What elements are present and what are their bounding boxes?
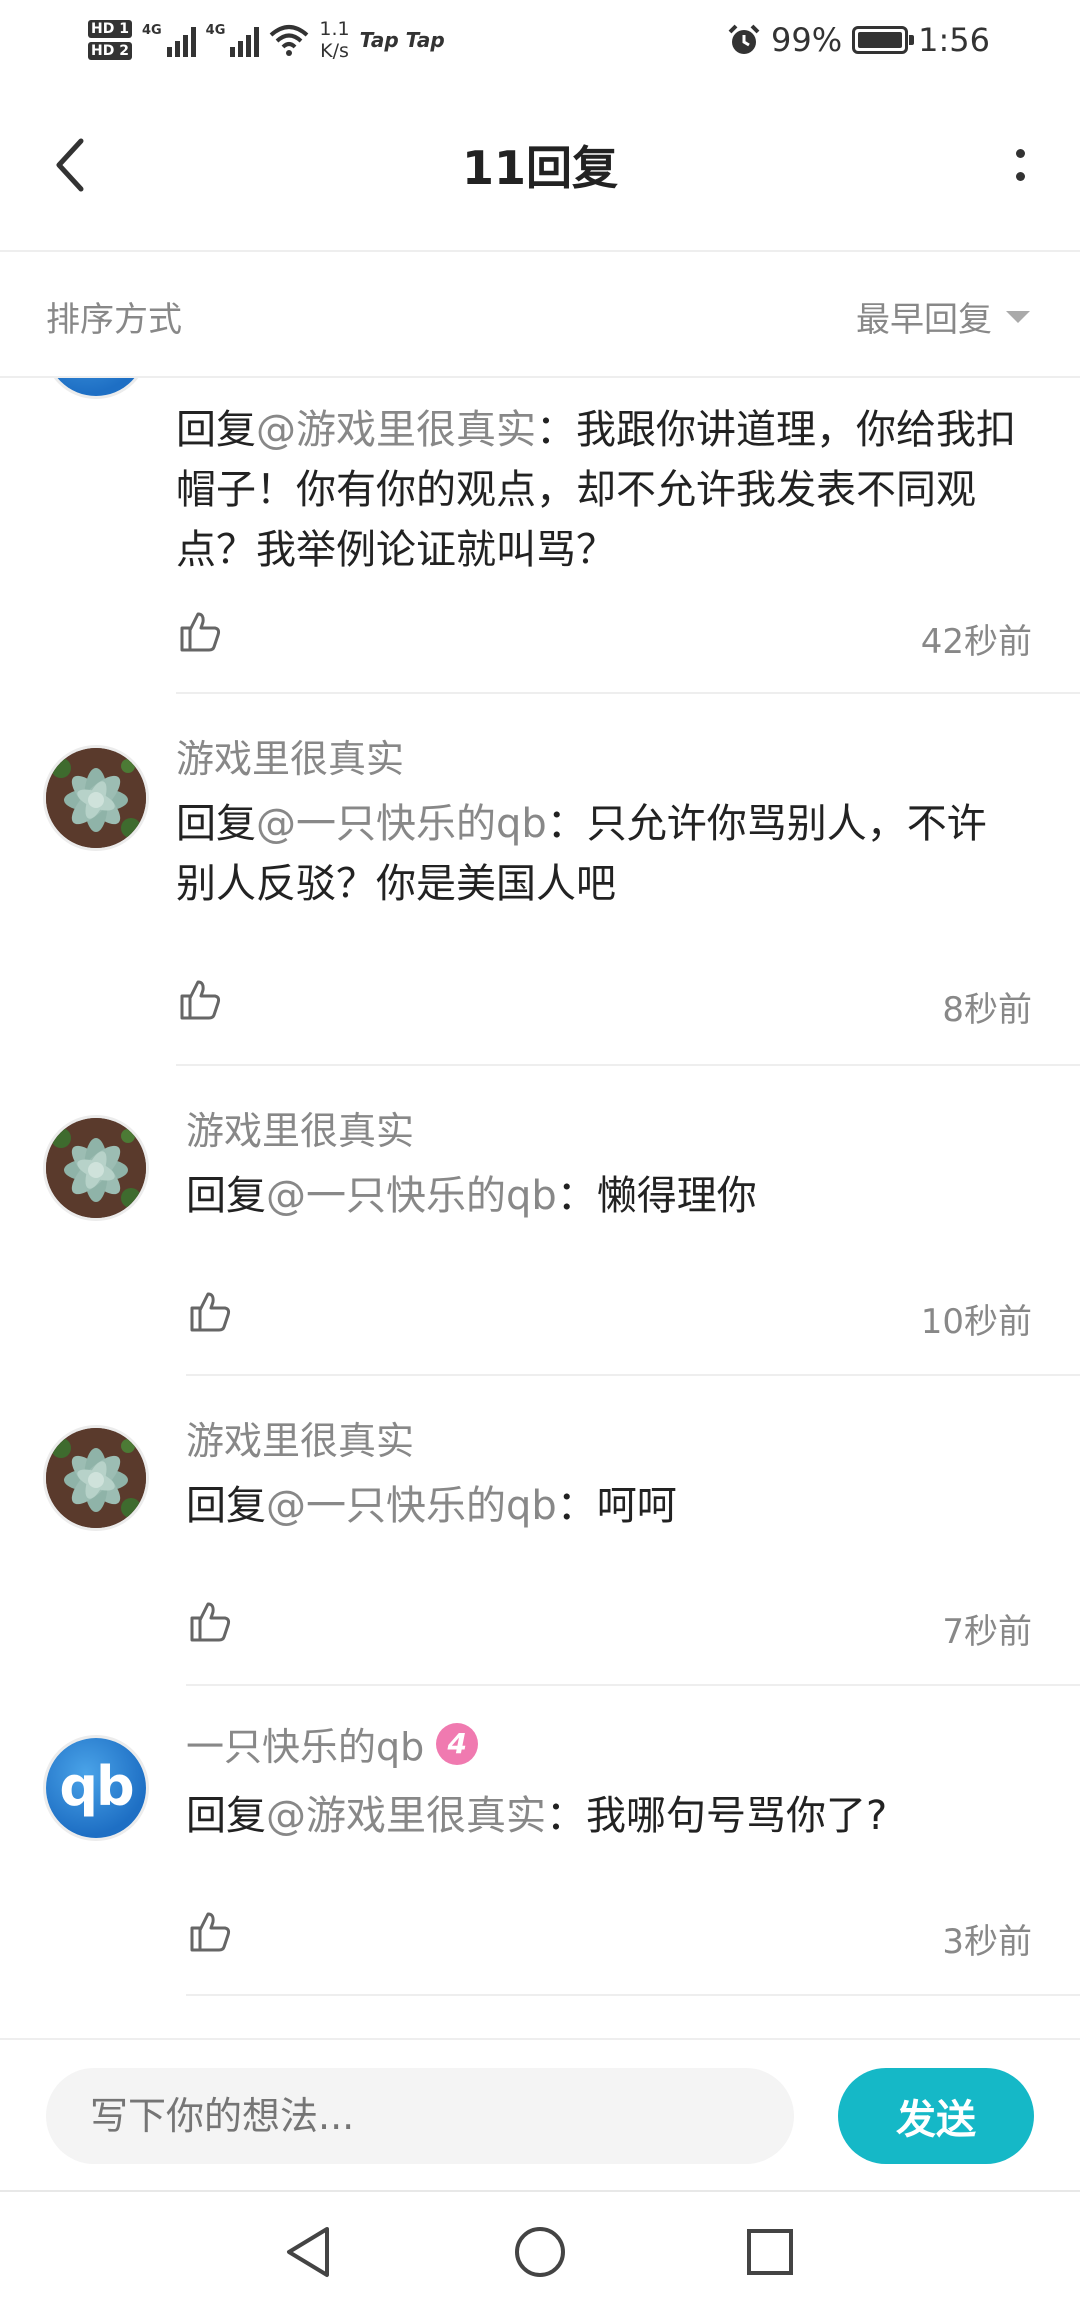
- reply-time: 3秒前: [942, 1922, 1032, 1962]
- reply-item: qb 回复@游戏里很真实：我跟你讲道理，你给我扣帽子！你有你的观点，却不允许我发…: [0, 378, 1080, 694]
- succulent-avatar-image: [46, 1118, 146, 1218]
- thumbs-up-icon[interactable]: [186, 1908, 234, 1956]
- top-app-bar: 11回复: [0, 80, 1080, 252]
- mention-link[interactable]: @一只快乐的qb: [256, 801, 547, 847]
- wifi-icon: [270, 25, 309, 56]
- nav-back-button[interactable]: [278, 2222, 338, 2282]
- signal-1-icon: 4G: [142, 23, 196, 57]
- nav-recents-button[interactable]: [740, 2222, 800, 2282]
- square-recents-icon: [747, 2229, 793, 2275]
- thumbs-up-icon[interactable]: [186, 1288, 234, 1336]
- avatar[interactable]: [46, 1118, 146, 1218]
- avatar[interactable]: [46, 748, 146, 848]
- reply-item: qb 一只快乐的qb 4 回复@游戏里很真实：我哪句号骂你了? 3秒前: [0, 1686, 1080, 1996]
- mention-link[interactable]: @游戏里很真实: [266, 1793, 546, 1839]
- triangle-back-icon: [287, 2227, 329, 2277]
- reply-text: 回复@一只快乐的qb：呵呵: [186, 1483, 677, 1529]
- reply-time: 42秒前: [920, 622, 1032, 662]
- reply-text: 回复@一只快乐的qb：只允许你骂别人，不许别人反驳？你是美国人吧: [176, 801, 987, 907]
- more-vertical-icon: [1015, 149, 1025, 158]
- taptap-notification-icon: Tap Tap: [359, 28, 445, 52]
- circle-home-icon: [515, 2227, 565, 2277]
- status-left: HD 1 HD 2 4G 4G 1.1 K/s Tap Tap: [88, 10, 445, 70]
- thumbs-up-icon[interactable]: [176, 608, 224, 656]
- sort-bar: 排序方式 最早回复: [0, 252, 1080, 378]
- reply-time: 10秒前: [920, 1302, 1032, 1342]
- hd2-badge: HD 2: [88, 42, 132, 60]
- more-options-button[interactable]: [1000, 130, 1040, 200]
- username[interactable]: 游戏里很真实: [186, 1410, 414, 1465]
- reply-time: 8秒前: [942, 990, 1032, 1030]
- reply-item: 游戏里很真实 回复@一只快乐的qb：只允许你骂别人，不许别人反驳？你是美国人吧 …: [0, 694, 1080, 1066]
- nav-home-button[interactable]: [510, 2222, 570, 2282]
- page-title: 11回复: [461, 141, 618, 195]
- username[interactable]: 一只快乐的qb 4: [186, 1716, 479, 1771]
- username[interactable]: 游戏里很真实: [176, 728, 404, 783]
- reply-time: 7秒前: [942, 1612, 1032, 1652]
- alarm-icon: [728, 24, 760, 54]
- hd1-badge: HD 1: [88, 20, 132, 38]
- signal-2-icon: 4G: [206, 23, 260, 57]
- send-button[interactable]: 发送: [838, 2068, 1034, 2164]
- battery-fill: [858, 32, 903, 48]
- avatar[interactable]: qb: [46, 378, 146, 396]
- network-speed: 1.1 K/s: [319, 18, 350, 62]
- thumbs-up-icon[interactable]: [186, 1598, 234, 1646]
- succulent-avatar-image: [46, 1428, 146, 1528]
- avatar[interactable]: [46, 1428, 146, 1528]
- reply-item: 游戏里很真实 回复@一只快乐的qb：懒得理你 10秒前: [0, 1066, 1080, 1376]
- reply-text: 回复@游戏里很真实：我跟你讲道理，你给我扣帽子！你有你的观点，却不允许我发表不同…: [176, 407, 1016, 573]
- reply-item: 游戏里很真实 回复@一只快乐的qb：呵呵 7秒前: [0, 1376, 1080, 1686]
- hd-indicators: HD 1 HD 2: [88, 20, 132, 60]
- reply-list[interactable]: qb 回复@游戏里很真实：我跟你讲道理，你给我扣帽子！你有你的观点，却不允许我发…: [0, 378, 1080, 2038]
- succulent-avatar-image: [46, 748, 146, 848]
- reply-text: 回复@游戏里很真实：我哪句号骂你了?: [186, 1793, 888, 1839]
- status-bar: HD 1 HD 2 4G 4G 1.1 K/s Tap Tap 99% 1:56: [0, 0, 1080, 80]
- sort-selected-value: 最早回复: [856, 300, 992, 340]
- battery-icon: [852, 26, 915, 54]
- mention-link[interactable]: @一只快乐的qb: [266, 1483, 557, 1529]
- status-right: 99% 1:56: [727, 10, 990, 70]
- sort-dropdown[interactable]: 最早回复: [856, 292, 1030, 341]
- reply-text: 回复@一只快乐的qb：懒得理你: [186, 1173, 757, 1219]
- sort-label: 排序方式: [46, 300, 182, 340]
- divider: [186, 1994, 1080, 1996]
- dropdown-arrow-icon: [1006, 310, 1030, 323]
- level-badge: 4: [436, 1722, 479, 1765]
- clock: 1:56: [918, 21, 990, 59]
- avatar[interactable]: qb: [46, 1738, 146, 1838]
- reply-input[interactable]: [46, 2068, 794, 2164]
- reply-composer: 发送: [0, 2038, 1080, 2192]
- username[interactable]: 游戏里很真实: [186, 1100, 414, 1155]
- thumbs-up-icon[interactable]: [176, 976, 224, 1024]
- system-nav-bar: [0, 2190, 1080, 2314]
- mention-link[interactable]: @游戏里很真实: [256, 407, 536, 453]
- battery-percent: 99%: [771, 21, 843, 59]
- mention-link[interactable]: @一只快乐的qb: [266, 1173, 557, 1219]
